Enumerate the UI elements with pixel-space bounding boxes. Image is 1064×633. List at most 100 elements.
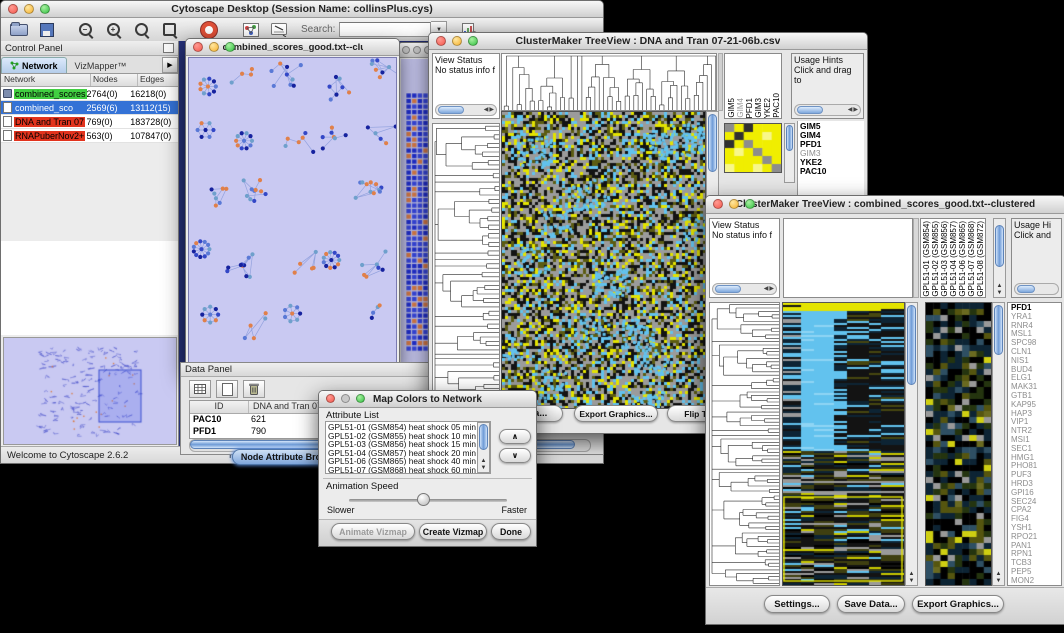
create-vizmap-button[interactable]: Create Vizmap	[419, 523, 487, 540]
scroll-down-icon[interactable]: ▼	[997, 290, 1003, 296]
zoom-window-button[interactable]	[356, 394, 365, 403]
close-button[interactable]	[713, 199, 723, 209]
column-label[interactable]: GPL51-02 (GSM855)	[931, 221, 940, 297]
scroll-right-icon[interactable]: ▶	[489, 106, 496, 114]
save-session-button[interactable]	[35, 20, 59, 40]
view-status-scrollbar[interactable]: ◀▶	[712, 283, 777, 295]
treeview1-column-labels-panel[interactable]: GIM5GIM4PFD1GIM3YKE2PAC10	[724, 53, 782, 119]
data-cell[interactable]: PAC10	[190, 414, 251, 426]
minimize-button[interactable]	[413, 46, 421, 54]
table-view-button[interactable]	[189, 380, 211, 398]
data-cell[interactable]: 790	[251, 426, 266, 438]
help-button[interactable]	[197, 20, 221, 40]
scroll-down-icon[interactable]: ▼	[996, 578, 1002, 584]
main-titlebar[interactable]: Cytoscape Desktop (Session Name: collins…	[1, 1, 603, 18]
attribute-list-item[interactable]: GPL51-07 (GSM868) heat shock 60 min	[328, 466, 488, 475]
minimize-button[interactable]	[209, 42, 219, 52]
vscroll-thumb[interactable]	[994, 305, 1003, 355]
column-label[interactable]: GPL51-08 (GSM872)	[976, 221, 985, 297]
treeview2-gene-list[interactable]: PFD1YRA1RNR4MSL1SPC98CLN1NIS1BUD4ELG1MAK…	[1007, 302, 1062, 586]
treeview2-zoom-vscrollbar[interactable]: ▲▼	[992, 302, 1005, 586]
vscroll-thumb[interactable]	[786, 125, 793, 151]
gene-label[interactable]: PAC10	[800, 167, 862, 176]
col-network[interactable]: Network	[1, 74, 91, 86]
treeview2-export-graphics-button[interactable]: Export Graphics...	[912, 595, 1004, 613]
gene-dendrogram-tree[interactable]	[710, 303, 779, 585]
close-button[interactable]	[402, 46, 410, 54]
scroll-down-icon[interactable]: ▼	[909, 578, 915, 584]
treeview2-array-dendrogram[interactable]	[783, 218, 913, 298]
network-list-row[interactable]: RNAPuberNov2+563(0)107847(0)	[1, 129, 178, 143]
network-view-titlebar[interactable]: combined_scores_good.txt--cluste...	[186, 39, 399, 56]
dialog-titlebar[interactable]: Map Colors to Network	[319, 391, 536, 408]
network-list-row[interactable]: combined_sco2569(6)13112(15)	[1, 101, 178, 115]
tab-network[interactable]: Network	[1, 57, 67, 73]
scroll-up-icon[interactable]: ▲	[909, 571, 915, 577]
new-attribute-button[interactable]	[216, 380, 238, 398]
dendrogram-scroll-strip[interactable]	[913, 218, 919, 298]
animation-speed-slider-thumb[interactable]	[417, 493, 430, 506]
view-status-scrollbar[interactable]: ◀▶	[435, 104, 497, 116]
network-overview-panel[interactable]	[3, 337, 177, 445]
usage-hints-scrollbar[interactable]: ◀▶	[794, 104, 861, 116]
treeview2-save-data-button[interactable]: Save Data...	[837, 595, 905, 613]
open-session-button[interactable]	[7, 20, 31, 40]
search-input[interactable]	[339, 22, 431, 37]
network-list-row[interactable]: DNA and Tran 07769(0)183728(0)	[1, 115, 178, 129]
scroll-thumb[interactable]	[1017, 285, 1035, 293]
gene-dendrogram-tree[interactable]	[433, 124, 499, 408]
treeview1-array-dendrogram[interactable]	[501, 53, 717, 111]
annotation-button[interactable]	[267, 20, 291, 40]
zoom-fit-button[interactable]	[129, 20, 153, 40]
close-button[interactable]	[193, 42, 203, 52]
column-label[interactable]: PAC10	[772, 93, 781, 118]
treeview1-zoom-heatmap[interactable]	[724, 123, 782, 173]
close-button[interactable]	[8, 4, 18, 14]
zoom-heatmap-canvas[interactable]	[926, 303, 991, 585]
minimize-button[interactable]	[452, 36, 462, 46]
vscroll-thumb[interactable]	[479, 424, 488, 450]
gene-label[interactable]: MON2	[1011, 577, 1061, 586]
minimize-button[interactable]	[341, 394, 350, 403]
network-diagram-button[interactable]	[239, 20, 263, 40]
scroll-up-icon[interactable]: ▲	[997, 283, 1003, 289]
treeview2-settings-button[interactable]: Settings...	[764, 595, 830, 613]
vscroll-thumb[interactable]	[995, 225, 1004, 267]
zoom-window-button[interactable]	[468, 36, 478, 46]
delete-attribute-button[interactable]	[243, 380, 265, 398]
attribute-list-box[interactable]: GPL51-01 (GSM854) heat shock 05 minGPL51…	[325, 421, 491, 474]
treeview1-titlebar[interactable]: ClusterMaker TreeView : DNA and Tran 07-…	[429, 33, 867, 50]
scroll-up-icon[interactable]: ▲	[481, 458, 487, 464]
close-button[interactable]	[326, 394, 335, 403]
scroll-thumb[interactable]	[797, 106, 823, 114]
column-label[interactable]: GIM3	[754, 98, 763, 118]
scroll-right-icon[interactable]: ▶	[853, 106, 860, 114]
animate-vizmap-button[interactable]: Animate Vizmap	[331, 523, 415, 540]
treeview2-titlebar[interactable]: ClusterMaker TreeView : combined_scores_…	[706, 196, 1064, 214]
done-button[interactable]: Done	[491, 523, 531, 540]
scroll-thumb[interactable]	[438, 106, 464, 114]
scroll-right-icon[interactable]: ▶	[769, 285, 776, 293]
array-dendrogram-tree[interactable]	[502, 54, 717, 110]
column-label[interactable]: YKE2	[763, 98, 772, 118]
data-cell[interactable]: 621	[251, 414, 266, 426]
treeview2-gene-dendrogram[interactable]	[709, 302, 780, 586]
col-nodes[interactable]: Nodes	[91, 74, 138, 86]
column-label[interactable]: GIM4	[736, 98, 745, 118]
treeview2-zoom-heatmap[interactable]	[925, 302, 992, 586]
network-list-row[interactable]: combined_scores2764(0)16218(0)	[1, 87, 178, 101]
zoom-window-button[interactable]	[745, 199, 755, 209]
zoom-in-button[interactable]: +	[101, 20, 125, 40]
zoom-selected-button[interactable]	[157, 20, 181, 40]
network-overview-thumbnail[interactable]	[4, 338, 176, 444]
zoom-window-button[interactable]	[225, 42, 235, 52]
data-col-id[interactable]: ID	[190, 401, 249, 413]
treeview2-heatmap-vscrollbar[interactable]: ▲▼	[905, 302, 918, 586]
zoom-window-button[interactable]	[40, 4, 50, 14]
treeview1-gene-dendrogram[interactable]	[432, 123, 500, 409]
treeview1-export-graphics-button[interactable]: Export Graphics...	[574, 405, 658, 422]
column-label[interactable]: GPL51-07 (GSM868)	[967, 221, 976, 297]
dendrogram-scroll-strip[interactable]	[718, 53, 723, 111]
network-graph[interactable]	[189, 58, 396, 367]
treeview1-gene-list[interactable]: GIM5GIM4PFD1GIM3YKE2PAC10	[797, 121, 864, 203]
